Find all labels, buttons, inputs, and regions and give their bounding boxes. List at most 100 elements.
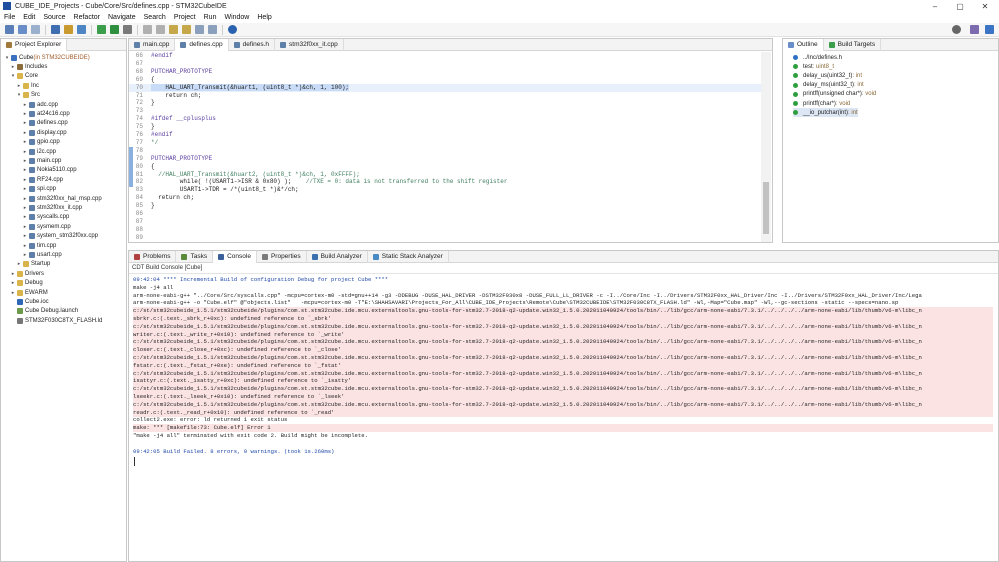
build-icon[interactable] xyxy=(51,25,60,34)
expand-toggle-icon[interactable]: ▸ xyxy=(22,102,28,108)
tree-folder[interactable]: ▸ Startup xyxy=(16,260,50,269)
search-icon[interactable] xyxy=(952,25,961,34)
tab-project-explorer[interactable]: Project Explorer xyxy=(1,38,68,51)
tree-file[interactable]: ▸ tim.cpp xyxy=(22,241,56,250)
tree-file[interactable]: Cube Debug.launch xyxy=(10,307,78,316)
expand-toggle-icon[interactable]: ▸ xyxy=(22,224,28,230)
cube-perspective-icon[interactable] xyxy=(985,25,994,34)
outline-item[interactable]: __io_putchar(int) : int xyxy=(793,108,858,118)
save-icon[interactable] xyxy=(18,25,27,34)
tree-file[interactable]: ▸ Includes xyxy=(10,62,47,71)
tree-file[interactable]: ▸ main.cpp xyxy=(22,156,61,165)
search-toolbar-icon[interactable] xyxy=(143,25,152,34)
expand-toggle-icon[interactable]: ▸ xyxy=(22,252,28,258)
info-icon[interactable] xyxy=(228,25,237,34)
tree-file[interactable]: ▸ Nokia5110.cpp xyxy=(22,166,77,175)
console-output[interactable]: 09:42:04 **** Incremental Build of confi… xyxy=(129,273,998,561)
tree-file[interactable]: ▸ i2c.cpp xyxy=(22,147,56,156)
external-tools-icon[interactable] xyxy=(123,25,132,34)
expand-toggle-icon[interactable]: ▸ xyxy=(22,120,28,126)
tree-file[interactable]: ▸ sysmem.cpp xyxy=(22,222,71,231)
tree-file[interactable]: ▸ display.cpp xyxy=(22,128,67,137)
tree-folder[interactable]: ▾ Cube (in STM32CUBEIDE) xyxy=(4,53,90,62)
expand-toggle-icon[interactable]: ▸ xyxy=(10,280,16,286)
menu-project[interactable]: Project xyxy=(170,14,200,21)
menu-help[interactable]: Help xyxy=(253,14,275,21)
menu-file[interactable]: File xyxy=(0,14,19,21)
tree-folder[interactable]: ▾ Src xyxy=(16,91,40,100)
expand-toggle-icon[interactable]: ▸ xyxy=(22,205,28,211)
tab-main-cpp[interactable]: main.cpp xyxy=(129,38,176,51)
minimize-icon[interactable]: – xyxy=(923,0,947,12)
tab-tasks[interactable]: Tasks xyxy=(176,250,214,263)
prev-annotation-icon[interactable] xyxy=(182,25,191,34)
expand-toggle-icon[interactable]: ▸ xyxy=(22,149,28,155)
tab-console[interactable]: Console xyxy=(213,250,257,263)
expand-toggle-icon[interactable]: ▸ xyxy=(16,261,22,267)
tree-file[interactable]: ▸ usart.cpp xyxy=(22,250,62,259)
expand-toggle-icon[interactable]: ▸ xyxy=(22,243,28,249)
tree-file[interactable]: ▸ gpio.cpp xyxy=(22,138,60,147)
tab-defines-h[interactable]: defines.h xyxy=(229,38,276,51)
tree-folder[interactable]: ▾ Core xyxy=(10,72,38,81)
back-icon[interactable] xyxy=(195,25,204,34)
tab-static-stack-analyzer[interactable]: Static Stack Analyzer xyxy=(368,250,449,263)
tab-properties[interactable]: Properties xyxy=(257,250,307,263)
expand-toggle-icon[interactable]: ▸ xyxy=(10,271,16,277)
outline-item[interactable]: printff(char*) : void xyxy=(793,99,850,108)
open-type-icon[interactable] xyxy=(156,25,165,34)
tree-file[interactable]: ▸ spi.cpp xyxy=(22,185,56,194)
tree-folder[interactable]: ▸ Inc xyxy=(16,81,39,90)
debug-icon[interactable] xyxy=(97,25,106,34)
tree-file[interactable]: ▸ syscalls.cpp xyxy=(22,213,69,222)
tree-file[interactable]: STM32F030C8TX_FLASH.ld xyxy=(10,316,102,325)
tree-folder[interactable]: ▸ EWARM xyxy=(10,288,48,297)
tab-problems[interactable]: Problems xyxy=(129,250,177,263)
forward-icon[interactable] xyxy=(208,25,217,34)
run-icon[interactable] xyxy=(110,25,119,34)
tree-file[interactable]: ▸ at24c16.cpp xyxy=(22,109,70,118)
expand-toggle-icon[interactable]: ▸ xyxy=(22,139,28,145)
expand-toggle-icon[interactable]: ▸ xyxy=(22,233,28,239)
expand-toggle-icon[interactable]: ▾ xyxy=(4,55,10,61)
outline-item[interactable]: ../Inc/defines.h xyxy=(793,53,842,62)
next-annotation-icon[interactable] xyxy=(169,25,178,34)
outline-item[interactable]: test : uint8_t xyxy=(793,62,834,71)
close-icon[interactable]: ✕ xyxy=(973,0,997,12)
expand-toggle-icon[interactable]: ▾ xyxy=(16,92,22,98)
expand-toggle-icon[interactable]: ▸ xyxy=(22,130,28,136)
config-icon[interactable] xyxy=(77,25,86,34)
perspective-icon[interactable] xyxy=(970,25,979,34)
menu-run[interactable]: Run xyxy=(200,14,221,21)
outline-item[interactable]: delay_us(uint32_t) : int xyxy=(793,71,862,80)
maximize-icon[interactable]: ▢ xyxy=(948,0,972,12)
expand-toggle-icon[interactable]: ▸ xyxy=(22,196,28,202)
tree-file[interactable]: ▸ stm32f0xx_hal_msp.cpp xyxy=(22,194,102,203)
tab-stm32f0xx_it-cpp[interactable]: stm32f0xx_it.cpp xyxy=(275,38,344,51)
code-area[interactable]: 66 #endif 67 68 PUTCHAR_PROTOTYPE 69 {70 HAL_U… xyxy=(129,52,772,242)
editor-scrollbar[interactable] xyxy=(761,52,771,242)
tree-folder[interactable]: ▸ Drivers xyxy=(10,269,44,278)
tree-folder[interactable]: ▸ Debug xyxy=(10,279,43,288)
outline-item[interactable]: printff(unsigned char*) : void xyxy=(793,90,876,99)
tree-file[interactable]: ▸ stm32f0xx_it.cpp xyxy=(22,203,82,212)
expand-toggle-icon[interactable]: ▸ xyxy=(22,167,28,173)
expand-toggle-icon[interactable]: ▾ xyxy=(10,73,16,79)
expand-toggle-icon[interactable]: ▸ xyxy=(22,186,28,192)
scrollbar-thumb[interactable] xyxy=(763,182,769,234)
tree-file[interactable]: Cube.ioc xyxy=(10,297,49,306)
tab-outline[interactable]: Outline xyxy=(783,38,824,51)
menu-refactor[interactable]: Refactor xyxy=(70,14,104,21)
menu-edit[interactable]: Edit xyxy=(19,14,39,21)
tab-build-analyzer[interactable]: Build Analyzer xyxy=(307,250,368,263)
expand-toggle-icon[interactable]: ▸ xyxy=(22,214,28,220)
menu-source[interactable]: Source xyxy=(39,14,69,21)
build-all-icon[interactable] xyxy=(64,25,73,34)
tree-file[interactable]: ▸ adc.cpp xyxy=(22,100,58,109)
outline-item[interactable]: delay_ms(uint32_t) : int xyxy=(793,81,864,90)
save-all-icon[interactable] xyxy=(31,25,40,34)
menu-navigate[interactable]: Navigate xyxy=(104,14,140,21)
tree-file[interactable]: ▸ RF24.cpp xyxy=(22,175,63,184)
expand-toggle-icon[interactable]: ▸ xyxy=(10,64,16,70)
tab-defines-cpp[interactable]: defines.cpp xyxy=(175,38,229,51)
